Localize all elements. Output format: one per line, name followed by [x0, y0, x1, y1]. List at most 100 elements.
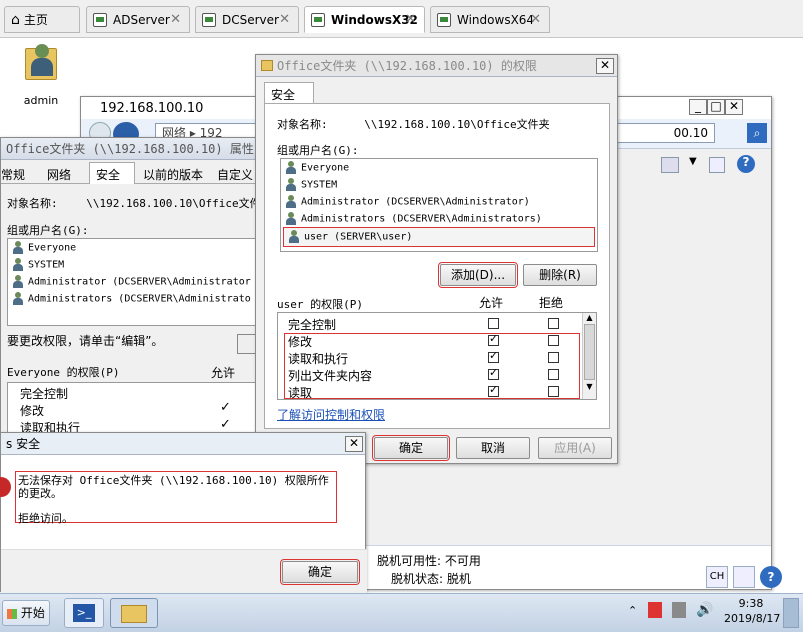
close-icon[interactable]: ✕	[405, 12, 416, 27]
deny-checkbox[interactable]	[548, 369, 559, 380]
deny-checkbox[interactable]	[548, 386, 559, 397]
show-desktop-button[interactable]	[783, 598, 799, 628]
view-icon[interactable]	[661, 157, 679, 173]
cancel-button[interactable]: 取消	[456, 437, 530, 459]
error-ok-button[interactable]: 确定	[280, 559, 360, 585]
clock-time: 9:38	[738, 597, 764, 610]
group-list[interactable]: Everyone SYSTEM Administrator (DCSERVER\…	[7, 238, 259, 326]
taskbar-explorer[interactable]	[110, 598, 158, 628]
help-icon[interactable]: ?	[760, 566, 782, 588]
allow-checkbox[interactable]	[488, 318, 499, 329]
perm-name: 修改	[288, 335, 313, 349]
start-button[interactable]: 开始	[2, 600, 50, 626]
offline-availability-value: 不可用	[444, 554, 481, 568]
tab-adserver-label: ADServer	[113, 12, 170, 27]
perm-label: user 的权限(P)	[277, 298, 363, 311]
volume-icon[interactable]: 🔊	[696, 602, 713, 618]
tab-adserver[interactable]: ADServer ✕	[86, 6, 190, 33]
list-item[interactable]: SYSTEM	[281, 176, 597, 193]
tab-home-label: 主页	[23, 13, 48, 27]
list-item[interactable]: Everyone	[8, 239, 258, 256]
deny-header: 拒绝	[539, 296, 564, 310]
desktop-icon-admin[interactable]: admin	[14, 42, 68, 107]
network-icon[interactable]	[672, 602, 686, 618]
perm-row: 完全控制	[278, 315, 578, 332]
close-icon[interactable]: ✕	[530, 12, 541, 27]
tab-windowsx64[interactable]: WindowsX64 ✕	[430, 6, 550, 33]
users-icon	[285, 161, 298, 174]
pane-icon[interactable]	[709, 157, 725, 173]
scrollbar[interactable]: ▲ ▼	[582, 313, 596, 399]
ok-button[interactable]: 确定	[372, 435, 450, 461]
deny-checkbox[interactable]	[548, 352, 559, 363]
user-name: Administrator (DCSERVER\Administrator)	[301, 196, 530, 208]
tab-security[interactable]: 安全	[89, 162, 135, 184]
list-item[interactable]: Administrator (DCSERVER\Administrator)	[281, 193, 597, 210]
close-icon[interactable]: ✕	[170, 12, 181, 27]
perm-row: 列出文件夹内容	[278, 366, 578, 383]
list-item[interactable]: Everyone	[281, 159, 597, 176]
users-icon	[12, 258, 25, 271]
minimize-button[interactable]: _	[689, 99, 707, 115]
chevron-up-icon[interactable]: ⌃	[628, 604, 637, 617]
scroll-up-icon[interactable]: ▲	[583, 313, 596, 322]
close-button[interactable]: ✕	[345, 436, 363, 452]
perm-row: 修改	[278, 332, 578, 349]
properties-title: Office文件夹 (\\192.168.100.10) 属性	[6, 142, 254, 156]
tab-dcserver[interactable]: DCServer ✕	[195, 6, 299, 33]
list-item[interactable]: SYSTEM	[8, 256, 258, 273]
maximize-button[interactable]: □	[707, 99, 725, 115]
list-item-selected[interactable]: user (SERVER\user)	[283, 227, 595, 247]
user-folder-icon	[23, 42, 59, 82]
perm-name: 完全控制	[288, 318, 337, 332]
tab-home[interactable]: ⌂ 主页	[4, 6, 80, 33]
allow-checkbox[interactable]	[488, 366, 499, 380]
error-title: s 安全	[6, 437, 41, 451]
list-item[interactable]: Administrators (DCSERVER\Administrators)	[281, 210, 597, 227]
tab-windowsx32[interactable]: WindowsX32 ✕	[304, 6, 425, 33]
remove-button[interactable]: 删除(R)	[523, 264, 597, 286]
edit-hint: 要更改权限，请单击“编辑”。	[7, 334, 164, 348]
lang-indicator[interactable]: CH	[706, 566, 728, 588]
help-icon[interactable]: ?	[737, 155, 755, 173]
perm-list: 完全控制 修改 ✓ 读取和执行 ✓	[7, 382, 259, 438]
scroll-thumb[interactable]	[584, 324, 595, 380]
allow-checkbox[interactable]	[488, 383, 499, 397]
close-button[interactable]: ✕	[725, 99, 743, 115]
clock[interactable]: 9:38 2019/8/17	[724, 596, 780, 626]
tab-security[interactable]: 安全	[264, 82, 314, 104]
properties-tabs: 常规 网络 安全 以前的版本 自定义	[1, 162, 261, 184]
scroll-down-icon[interactable]: ▼	[583, 382, 596, 391]
search-icon[interactable]: ⌕	[747, 123, 767, 143]
tab-general[interactable]: 常规	[1, 166, 41, 183]
tab-previous-versions[interactable]: 以前的版本	[143, 166, 215, 183]
chevron-down-icon[interactable]: ▼	[689, 156, 697, 167]
taskbar-powershell[interactable]: >_	[64, 598, 104, 628]
close-button[interactable]: ✕	[596, 58, 614, 74]
vm-icon	[93, 12, 107, 27]
group-list[interactable]: Everyone SYSTEM Administrator (DCSERVER\…	[280, 158, 598, 252]
tab-network[interactable]: 网络	[47, 166, 83, 183]
deny-checkbox[interactable]	[548, 318, 559, 329]
learn-link[interactable]: 了解访问控制和权限	[277, 406, 385, 423]
perm-list: ▲ ▼ 完全控制修改读取和执行列出文件夹内容读取	[277, 312, 597, 400]
close-icon[interactable]: ✕	[279, 12, 290, 27]
perm-name: 读取	[288, 386, 313, 400]
keyboard-icon[interactable]	[733, 566, 755, 588]
action-center-icon[interactable]	[648, 602, 662, 618]
perm-name: 完全控制	[20, 387, 69, 401]
list-item[interactable]: Administrator (DCSERVER\Administrator	[8, 273, 258, 290]
window-controls: _ □ ✕	[689, 99, 743, 115]
apply-button[interactable]: 应用(A)	[538, 437, 612, 459]
allow-header: 允许	[211, 366, 236, 380]
edit-button[interactable]	[237, 334, 257, 354]
add-button[interactable]: 添加(D)...	[438, 262, 518, 288]
allow-checkbox[interactable]	[488, 332, 499, 346]
perm-label: Everyone 的权限(P)	[7, 366, 120, 379]
perm-row: 读取	[278, 383, 578, 400]
list-item[interactable]: Administrators (DCSERVER\Administrato	[8, 290, 258, 307]
deny-checkbox[interactable]	[548, 335, 559, 346]
allow-checkbox[interactable]	[488, 349, 499, 363]
permission-titlebar: Office文件夹 (\\192.168.100.10) 的权限	[256, 55, 617, 77]
users-icon	[12, 241, 25, 254]
